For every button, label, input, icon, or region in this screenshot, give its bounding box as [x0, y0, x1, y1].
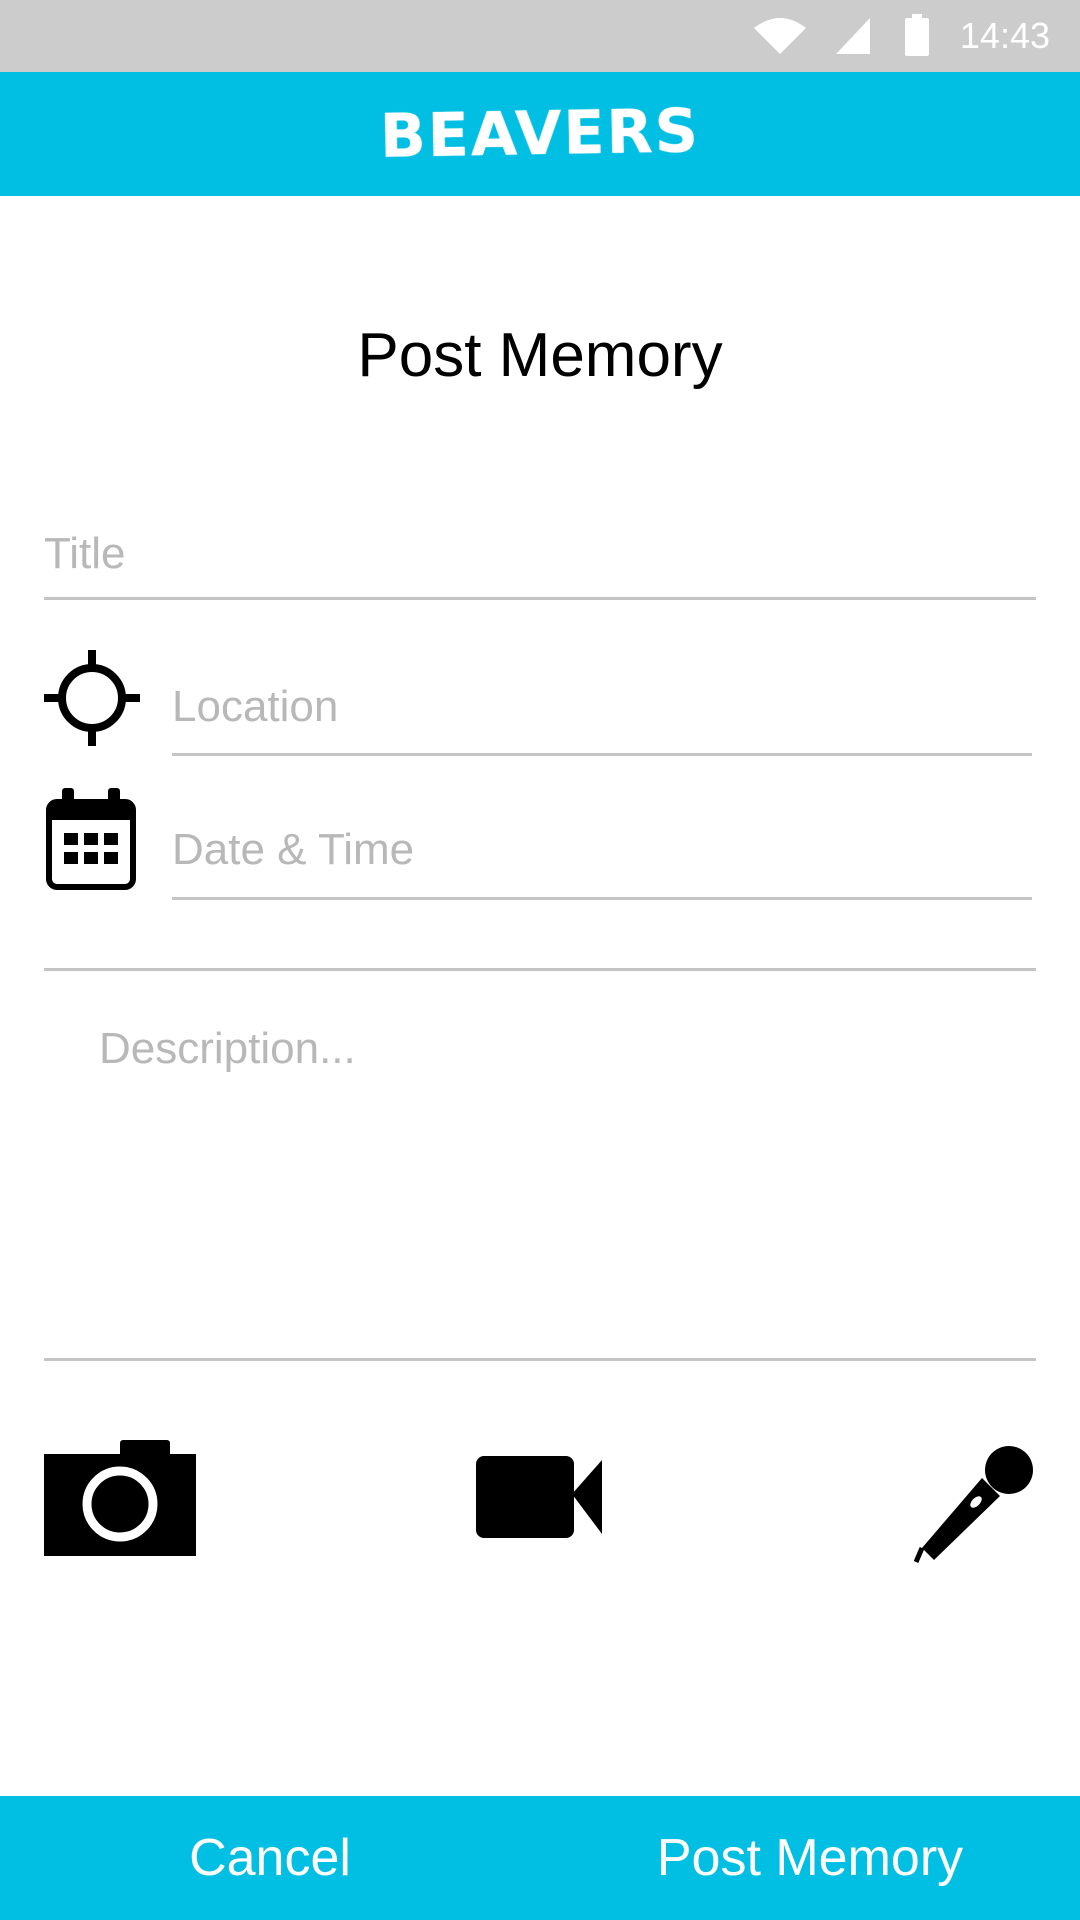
post-memory-screen: 14:43 BEAVERS Post Memory Title Location…	[0, 0, 1080, 1920]
page-title: Post Memory	[357, 321, 723, 390]
calendar-icon[interactable]	[46, 788, 136, 890]
description-top-divider	[44, 968, 1036, 971]
video-camera-icon[interactable]	[476, 1454, 602, 1540]
status-bar: 14:43	[0, 0, 1080, 72]
app-title: BEAVERS	[379, 96, 701, 172]
post-memory-button[interactable]: Post Memory	[540, 1796, 1080, 1920]
datetime-input[interactable]	[172, 802, 1032, 900]
description-bottom-divider	[44, 1358, 1036, 1361]
title-input[interactable]	[44, 510, 1036, 600]
location-input[interactable]	[172, 660, 1032, 756]
cancel-button[interactable]: Cancel	[0, 1796, 540, 1920]
wifi-icon	[752, 0, 808, 72]
microphone-icon[interactable]	[913, 1444, 1036, 1566]
camera-icon[interactable]	[44, 1440, 196, 1556]
status-time: 14:43	[959, 15, 1050, 56]
signal-icon	[834, 0, 872, 72]
battery-icon	[904, 0, 930, 72]
app-bar: BEAVERS	[0, 72, 1080, 196]
description-input[interactable]	[44, 1010, 1036, 1330]
crosshair-icon[interactable]	[44, 650, 140, 746]
bottom-action-bar: Cancel Post Memory	[0, 1796, 1080, 1920]
